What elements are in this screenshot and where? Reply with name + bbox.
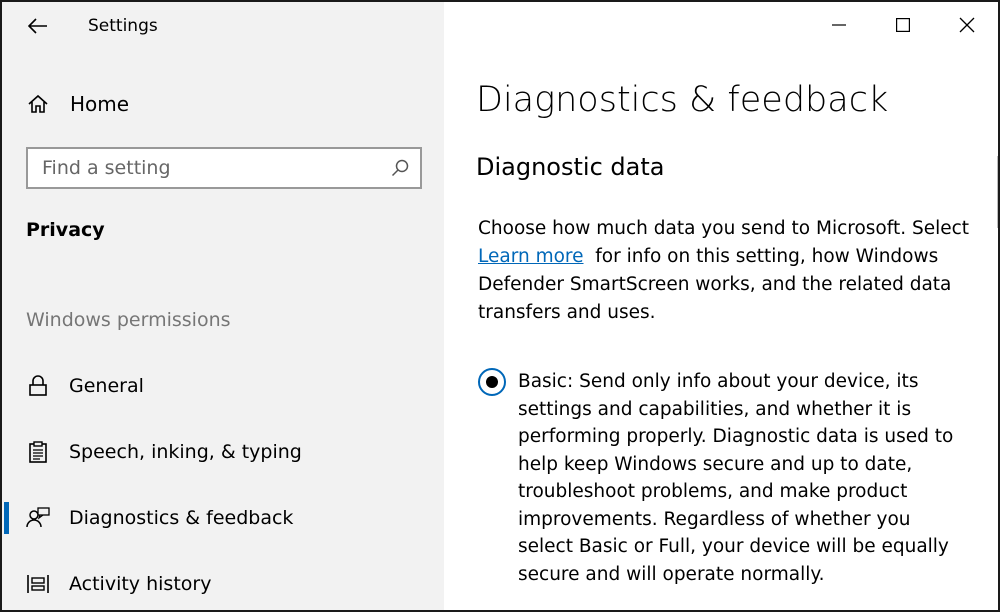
sidebar-item-label: Activity history bbox=[69, 573, 212, 595]
close-icon bbox=[959, 17, 975, 33]
search-icon[interactable] bbox=[380, 149, 420, 187]
lock-icon bbox=[26, 374, 50, 398]
search-input[interactable] bbox=[28, 157, 380, 179]
section-title: Diagnostic data bbox=[476, 153, 665, 181]
sidebar-item-diagnostics[interactable]: Diagnostics & feedback bbox=[2, 490, 444, 546]
back-arrow-icon bbox=[28, 18, 47, 34]
timeline-icon bbox=[26, 572, 50, 596]
sidebar: Settings Home Privacy Windows permission… bbox=[2, 2, 444, 610]
description-text: Choose how much data you send to Microso… bbox=[478, 215, 978, 327]
sidebar-item-label: Speech, inking, & typing bbox=[69, 441, 302, 463]
sidebar-item-activity-history[interactable]: Activity history bbox=[2, 556, 444, 610]
close-button[interactable] bbox=[936, 2, 998, 48]
page-title: Diagnostics & feedback bbox=[476, 80, 889, 120]
minimize-icon bbox=[832, 24, 846, 26]
sidebar-item-label: Diagnostics & feedback bbox=[69, 507, 294, 529]
back-button[interactable] bbox=[20, 8, 56, 44]
section-heading: Privacy bbox=[26, 219, 105, 241]
sidebar-item-home[interactable]: Home bbox=[26, 86, 129, 122]
sidebar-item-speech[interactable]: Speech, inking, & typing bbox=[2, 424, 444, 480]
radio-selected-dot bbox=[486, 376, 498, 388]
feedback-person-icon bbox=[26, 506, 50, 530]
settings-window: Settings Home Privacy Windows permission… bbox=[0, 0, 1000, 612]
home-label: Home bbox=[70, 92, 130, 116]
search-box bbox=[26, 147, 422, 189]
main-content: Diagnostics & feedback Diagnostic data C… bbox=[444, 2, 998, 610]
desc-text-before: Choose how much data you send to Microso… bbox=[478, 218, 970, 239]
home-icon bbox=[26, 92, 50, 116]
basic-option-text: Basic: Send only info about your device,… bbox=[518, 371, 954, 585]
group-heading: Windows permissions bbox=[26, 309, 231, 331]
sidebar-item-general[interactable]: General bbox=[2, 358, 444, 414]
sidebar-item-label: General bbox=[69, 375, 144, 397]
clipboard-icon bbox=[26, 440, 50, 464]
learn-more-link[interactable]: Learn more bbox=[478, 246, 584, 267]
basic-radio-button[interactable] bbox=[478, 368, 506, 396]
minimize-button[interactable] bbox=[808, 2, 870, 48]
maximize-icon bbox=[896, 18, 910, 32]
selection-indicator bbox=[4, 502, 9, 534]
maximize-button[interactable] bbox=[872, 2, 934, 48]
app-title: Settings bbox=[88, 16, 158, 36]
